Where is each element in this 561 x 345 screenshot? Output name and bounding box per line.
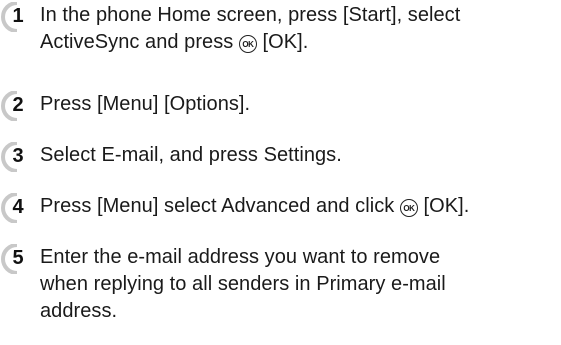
ok-key-icon: OK: [238, 35, 257, 53]
step-4: 4 Press [Menu] select Advanced and click…: [0, 193, 555, 223]
step-number: 5: [12, 247, 24, 269]
step-text: Press [Menu] [Options].: [40, 91, 555, 118]
step-text: Press [Menu] select Advanced and click O…: [40, 193, 555, 220]
step-number-badge: 3: [0, 142, 34, 172]
step-number-badge: 2: [0, 91, 34, 121]
step-5: 5 Enter the e-mail address you want to r…: [0, 244, 555, 325]
step-line: Press [Menu] [Options].: [40, 93, 251, 115]
step-number: 2: [12, 94, 24, 116]
step-number: 1: [12, 5, 24, 27]
step-text: Select E-mail, and press Settings.: [40, 142, 555, 169]
step-line-part: [OK].: [417, 195, 470, 217]
step-line: Enter the e-mail address you want to rem…: [40, 246, 441, 268]
step-2: 2 Press [Menu] [Options].: [0, 91, 555, 121]
step-line: In the phone Home screen, press [Start],…: [40, 4, 461, 26]
step-text: Enter the e-mail address you want to rem…: [40, 244, 555, 325]
ok-key-icon: OK: [399, 199, 418, 217]
step-3: 3 Select E-mail, and press Settings.: [0, 142, 555, 172]
step-line-part: Press [Menu] select Advanced and click: [40, 195, 400, 217]
step-number: 3: [12, 145, 24, 167]
step-number-badge: 1: [0, 2, 34, 32]
step-line: Press [Menu] select Advanced and click O…: [40, 193, 555, 220]
step-line-part: ActiveSync and press: [40, 31, 239, 53]
step-line: address.: [40, 300, 118, 322]
step-line: ActiveSync and press OK [OK].: [40, 29, 555, 56]
step-text: In the phone Home screen, press [Start],…: [40, 2, 555, 56]
step-number-badge: 4: [0, 193, 34, 223]
step-number: 4: [12, 196, 24, 218]
step-line-part: [OK].: [256, 31, 309, 53]
step-line: Select E-mail, and press Settings.: [40, 144, 342, 166]
step-1: 1 In the phone Home screen, press [Start…: [0, 2, 555, 56]
step-line: when replying to all senders in Primary …: [40, 273, 446, 295]
step-number-badge: 5: [0, 244, 34, 274]
